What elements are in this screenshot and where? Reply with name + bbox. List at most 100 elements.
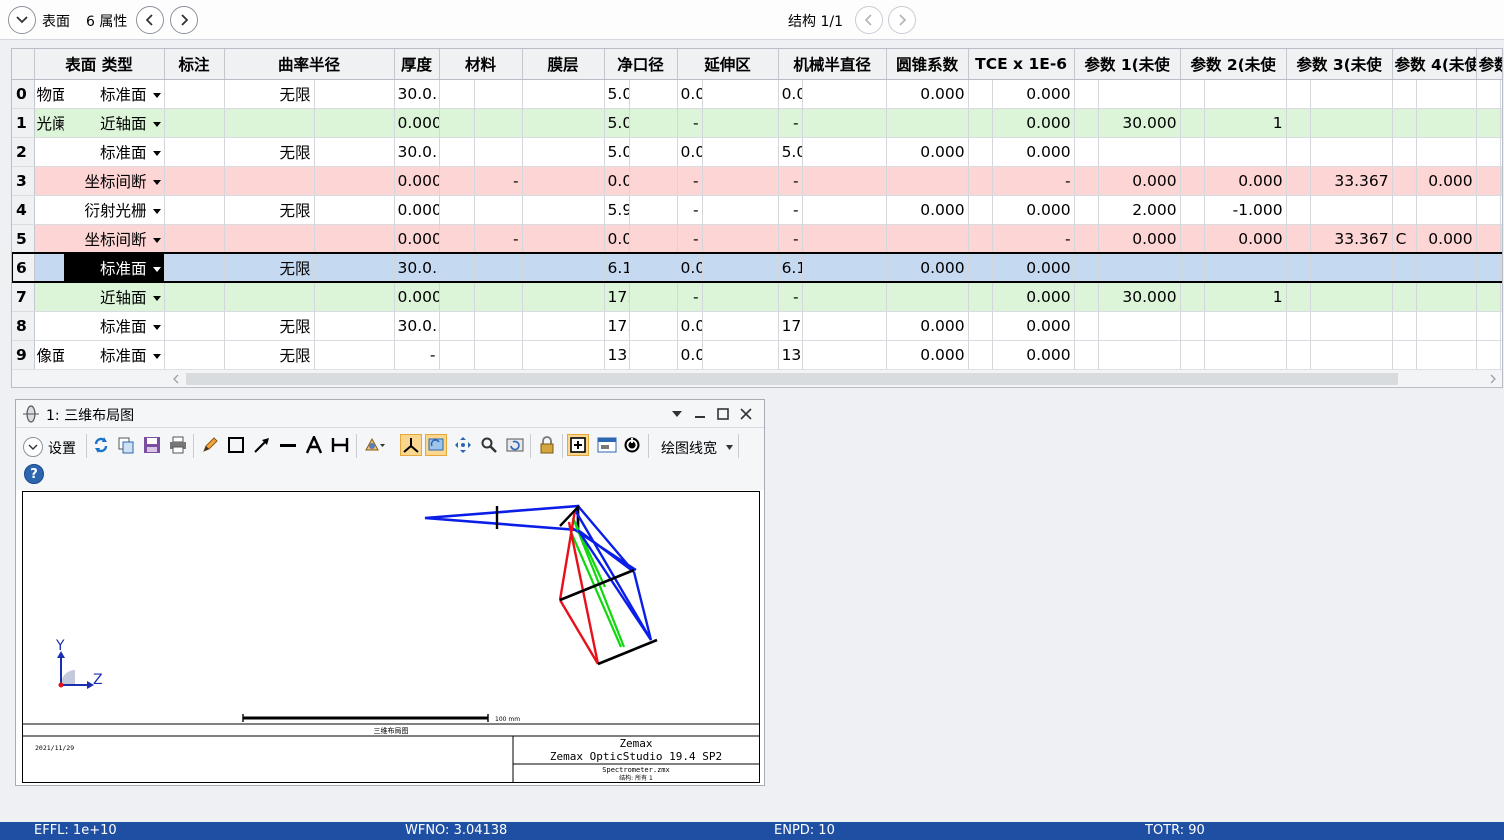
cell-clear-solve[interactable] [629,340,678,370]
cell-par1-solve[interactable] [1180,166,1205,196]
cell-tce[interactable]: 0.000 [992,311,1075,341]
cell-mech-semi-dia[interactable]: - [778,282,803,312]
cell-conic-solve[interactable] [968,224,993,254]
cell-thickness-solve[interactable] [439,253,475,283]
cell-par2[interactable]: 0.000 [1204,224,1287,254]
cell-comment[interactable] [34,253,64,283]
cell-radius-solve[interactable] [314,166,395,196]
col-header-coating[interactable]: 膜层 [522,49,605,80]
cell-clear-semi-dia[interactable]: 0.000 [604,224,630,254]
dropdown-arrow-icon[interactable] [152,237,161,243]
cell-chip-solve[interactable] [702,282,779,312]
col-header-material[interactable]: 材料 [439,49,523,80]
cell-conic[interactable]: 0.000 [886,195,969,225]
cell-par3-solve[interactable] [1392,253,1417,283]
dropdown-arrow-icon[interactable] [152,208,161,214]
cell-type[interactable]: 标准面 [64,137,165,167]
cell-chip-solve[interactable] [702,137,779,167]
text-button[interactable] [303,434,325,456]
cell-coating[interactable] [522,79,605,109]
col-header-par4[interactable]: 参数 4(未使 [1392,49,1477,80]
cell-par2[interactable]: -1.000 [1204,195,1287,225]
cell-mech-semi-dia[interactable]: 17.366 [778,311,803,341]
prev-config-button[interactable] [855,6,883,34]
row-number[interactable]: 7 [12,282,35,312]
cell-par5[interactable] [1500,253,1502,283]
cell-par3[interactable] [1310,79,1393,109]
cell-par3[interactable] [1310,311,1393,341]
cell-par1-solve[interactable] [1180,311,1205,341]
cell-par2[interactable] [1204,253,1287,283]
cell-mech-solve[interactable] [802,340,887,370]
cell-comment[interactable] [34,166,64,196]
cell-tce[interactable]: - [992,224,1075,254]
pencil-button[interactable] [199,434,221,456]
lock-button[interactable] [536,434,558,456]
cell-thickness[interactable]: 30.0… [394,137,440,167]
col-header-thickness[interactable]: 厚度 [394,49,440,80]
cell-coating[interactable] [522,340,605,370]
cell-par1-solve[interactable] [1180,195,1205,225]
cell-radius[interactable] [224,282,315,312]
cell-thickness[interactable]: 0.000 [394,108,440,138]
cell-note[interactable] [164,166,225,196]
cell-par4-solve[interactable] [1476,224,1501,254]
cell-thickness-solve[interactable] [439,108,475,138]
cell-par1[interactable]: 30.000 [1098,108,1181,138]
cell-tce[interactable]: - [992,166,1075,196]
cell-comment[interactable]: 物面 [34,79,64,109]
cell-par1-solve[interactable] [1180,253,1205,283]
cell-clear-semi-dia[interactable]: 17.366 [604,282,630,312]
cell-par2[interactable] [1204,79,1287,109]
table-row[interactable]: 8 标准面 无限 30.0… 17.366 0.0… 17.366 0.000 0.000 [12,311,1502,341]
cell-mech-solve[interactable] [802,195,887,225]
cell-par5[interactable]: 0.0… [1500,166,1502,196]
cell-type[interactable]: 近轴面 [64,108,165,138]
cell-tce[interactable]: 0.000 [992,137,1075,167]
cell-comment[interactable]: 光阑 [34,108,64,138]
cell-material[interactable] [474,311,523,341]
col-header-type[interactable]: 表面 类型 [34,49,165,80]
cell-par2-solve[interactable] [1286,166,1311,196]
cell-par3[interactable] [1310,108,1393,138]
screen-button[interactable] [425,434,447,456]
cell-par4[interactable]: 0.000 [1416,224,1477,254]
cell-tce[interactable]: 0.000 [992,253,1075,283]
cell-type[interactable]: 标准面 [64,340,165,370]
cell-par1-solve[interactable] [1180,340,1205,370]
scroll-left-icon[interactable] [172,374,180,384]
cell-coating[interactable] [522,195,605,225]
cell-par1-solve[interactable] [1180,224,1205,254]
cell-material[interactable] [474,195,523,225]
cell-clear-solve[interactable] [629,79,678,109]
cell-material[interactable]: - [474,166,523,196]
col-header-radius[interactable]: 曲率半径 [224,49,395,80]
cell-par3[interactable] [1310,340,1393,370]
cell-conic[interactable] [886,108,969,138]
cell-radius[interactable] [224,108,315,138]
col-header-tce[interactable]: TCE x 1E-6 [968,49,1075,80]
cell-par2[interactable]: 1 [1204,108,1287,138]
table-row[interactable]: 7 近轴面 0.000 17.366 - - 0.000 30.000 1 [12,282,1502,312]
cell-tce[interactable]: 0.000 [992,79,1075,109]
col-header-mech-semi-dia[interactable]: 机械半直径 [778,49,887,80]
cell-thickness[interactable]: 30.0… [394,253,440,283]
axes-button[interactable] [400,434,422,456]
cell-tce-solve[interactable] [1074,108,1099,138]
cell-par4[interactable] [1416,253,1477,283]
cell-chip-solve[interactable] [702,253,779,283]
settings-button[interactable]: 设置 [48,438,76,458]
zoom-button[interactable] [478,434,500,456]
cell-mech-semi-dia[interactable]: 5.000 [778,137,803,167]
rectangle-button[interactable] [225,434,247,456]
cell-radius-solve[interactable] [314,224,395,254]
cell-conic[interactable]: 0.000 [886,311,969,341]
cell-radius-solve[interactable] [314,108,395,138]
cell-par2-solve[interactable] [1286,340,1311,370]
cell-chip-solve[interactable] [702,108,779,138]
dropdown-arrow-icon[interactable] [152,150,161,156]
cell-tce-solve[interactable] [1074,79,1099,109]
cell-material[interactable] [474,108,523,138]
cell-clear-semi-dia[interactable]: 13.890 [604,340,630,370]
cell-par2-solve[interactable] [1286,137,1311,167]
